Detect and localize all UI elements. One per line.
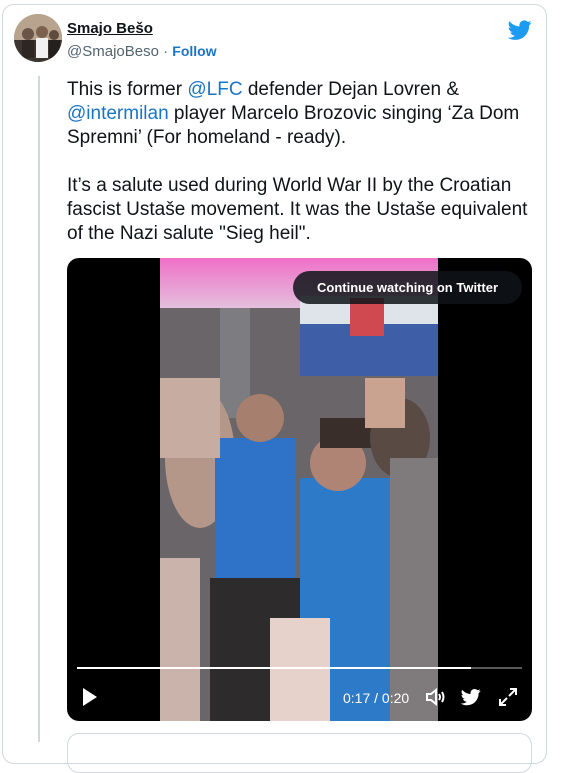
mention-lfc-link[interactable]: @LFC — [187, 79, 242, 100]
video-time: 0:17 / 0:20 — [343, 690, 410, 706]
expand-icon[interactable] — [497, 686, 519, 708]
tweet-paragraph-2: It’s a salute used during World War II b… — [67, 175, 528, 244]
follow-button[interactable]: Follow — [172, 43, 216, 59]
mention-intermilan-link[interactable]: @intermilan — [67, 103, 169, 124]
video-progress-fill — [77, 667, 471, 669]
tweet-text: This is former @LFC defender Dejan Lovre… — [67, 78, 537, 270]
twitter-bird-icon[interactable] — [508, 18, 532, 42]
play-icon[interactable] — [81, 687, 99, 707]
thread-line — [38, 76, 40, 742]
tweet-paragraph-1: This is former @LFC defender Dejan Lovre… — [67, 78, 537, 150]
volume-icon[interactable] — [425, 686, 447, 708]
separator-dot: · — [163, 43, 169, 60]
video-player[interactable]: Continue watching on Twitter 0:17 / 0:20 — [67, 258, 532, 721]
author-handle[interactable]: @SmajoBeso — [67, 43, 159, 60]
author-handle-row: @SmajoBeso · Follow — [67, 43, 217, 60]
twitter-bird-icon[interactable] — [461, 687, 481, 707]
video-controls: 0:17 / 0:20 — [67, 683, 532, 713]
avatar[interactable] — [14, 14, 62, 62]
video-frame[interactable] — [160, 258, 438, 721]
video-progress-bar[interactable] — [77, 667, 522, 669]
tweet-text-segment: This is former — [67, 79, 188, 100]
quoted-tweet-preview[interactable] — [67, 733, 532, 773]
tweet-text-segment: defender Dejan Lovren & — [242, 79, 460, 100]
author-name[interactable]: Smajo Bešo — [67, 20, 153, 37]
continue-watching-button[interactable]: Continue watching on Twitter — [293, 271, 522, 304]
